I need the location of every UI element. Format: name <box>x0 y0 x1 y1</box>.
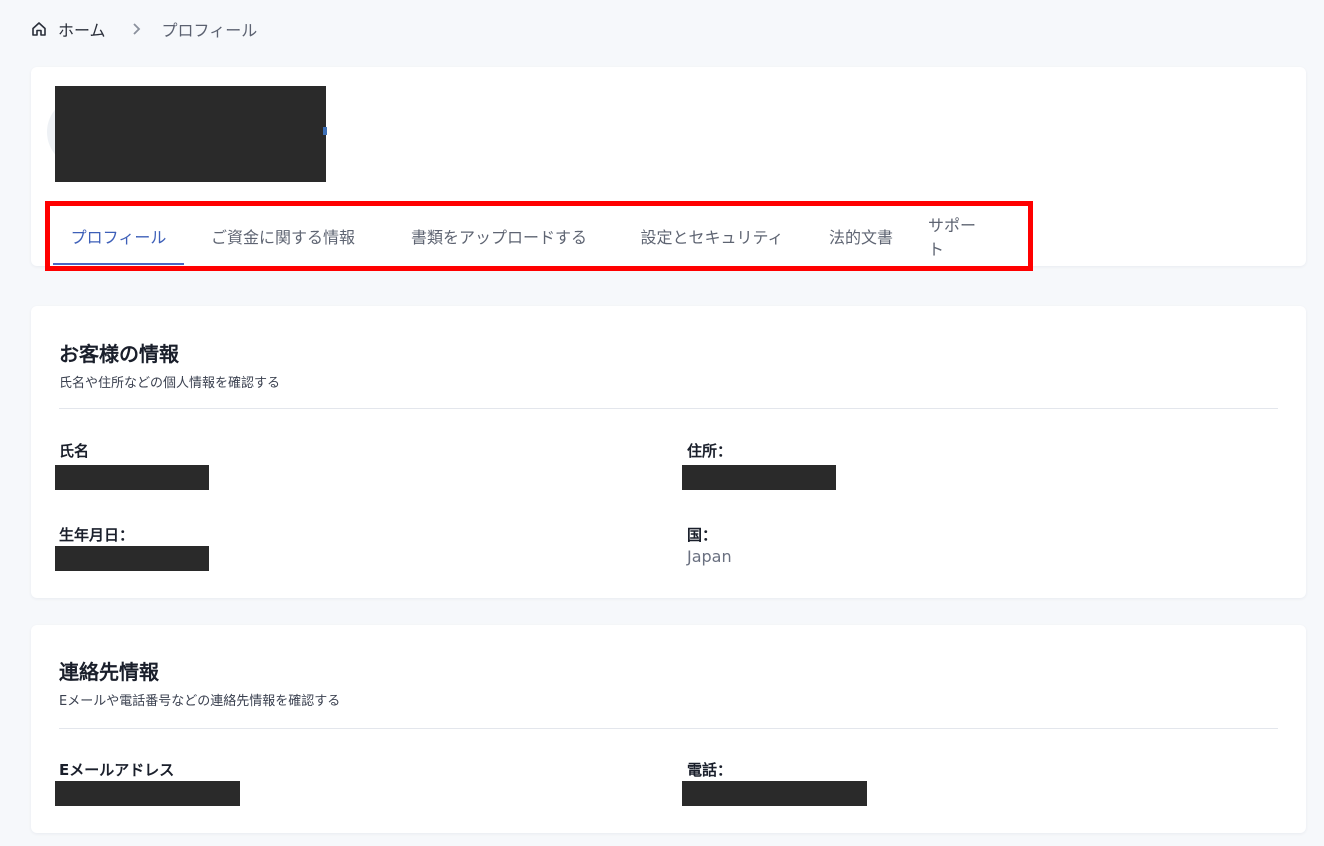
country-label: 国： <box>687 526 718 544</box>
redacted-email-value <box>55 781 240 806</box>
breadcrumb: ホーム プロフィール <box>30 18 257 40</box>
birthdate-label: 生年月日： <box>59 526 135 544</box>
redacted-address-value <box>682 465 836 490</box>
name-accent-mark <box>323 127 327 135</box>
contact-info-card: 連絡先情報 Eメールや電話番号などの連絡先情報を確認する Eメールアドレス 電話… <box>31 625 1306 833</box>
address-label: 住所： <box>687 442 733 460</box>
divider <box>59 408 1278 409</box>
section-subtitle: 氏名や住所などの個人情報を確認する <box>59 376 281 391</box>
name-label: 氏名 <box>59 442 90 460</box>
chevron-right-icon <box>130 22 144 36</box>
profile-header-card: プロフィール ご資金に関する情報 書類をアップロードする 設定とセキュリティ 法… <box>31 67 1306 271</box>
redacted-birthdate-value <box>55 546 209 571</box>
tabs-highlight-box <box>45 201 1033 271</box>
divider <box>59 728 1278 729</box>
redacted-phone-value <box>682 781 867 806</box>
email-label: Eメールアドレス <box>59 761 175 779</box>
phone-label: 電話： <box>687 761 733 779</box>
country-value: Japan <box>687 547 732 566</box>
redacted-name-value <box>55 465 209 490</box>
section-title: お客様の情報 <box>59 342 179 366</box>
breadcrumb-home-link[interactable]: ホーム <box>58 17 106 41</box>
home-icon[interactable] <box>30 20 48 38</box>
section-title: 連絡先情報 <box>59 660 159 684</box>
customer-info-card: お客様の情報 氏名や住所などの個人情報を確認する 氏名 住所： 生年月日： 国：… <box>31 306 1306 598</box>
section-subtitle: Eメールや電話番号などの連絡先情報を確認する <box>59 694 341 709</box>
redacted-user-name <box>55 86 326 182</box>
breadcrumb-current: プロフィール <box>161 21 258 40</box>
